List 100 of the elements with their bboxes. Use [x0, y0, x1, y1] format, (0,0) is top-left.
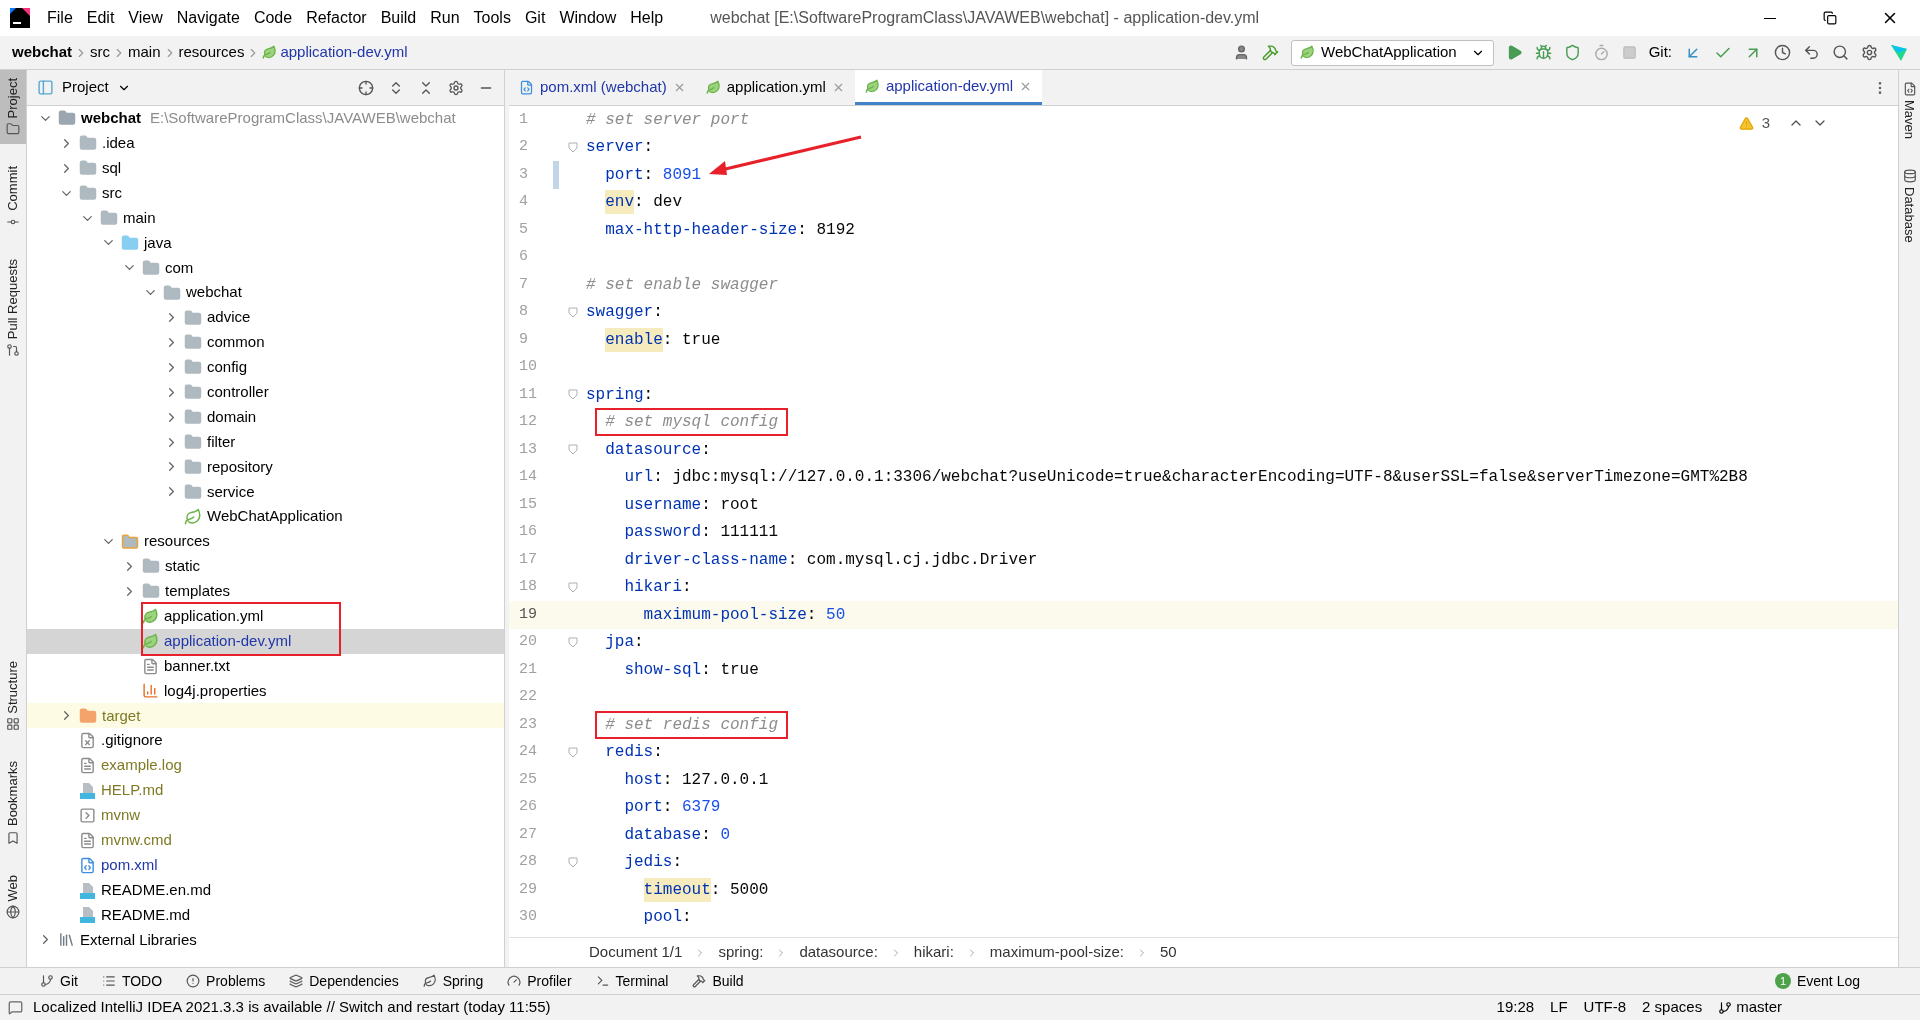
tree-item[interactable]: WebChatApplication — [27, 504, 504, 530]
tree-item[interactable]: com — [27, 255, 504, 281]
event-log-button[interactable]: 1 Event Log — [1774, 970, 1860, 992]
tree-item[interactable]: static — [27, 554, 504, 579]
tree-item[interactable]: pom.xml — [27, 852, 504, 878]
tree-item[interactable]: README.md — [27, 902, 504, 928]
tool-window-button[interactable]: Build — [692, 970, 744, 992]
tool-window-button[interactable]: Spring — [422, 970, 484, 992]
rollback-icon[interactable] — [1803, 44, 1820, 61]
structure-breadcrumb[interactable]: 50 — [1160, 941, 1177, 964]
tree-item[interactable]: java — [27, 230, 504, 256]
tree-item[interactable]: banner.txt — [27, 653, 504, 679]
caret-position[interactable]: 19:28 — [1496, 996, 1535, 1019]
side-tab[interactable]: Database — [1899, 161, 1920, 251]
tree-item[interactable]: webchat — [27, 280, 504, 306]
tool-window-button[interactable]: Dependencies — [289, 970, 399, 992]
editor-tab[interactable]: application.yml — [695, 70, 855, 105]
tree-item[interactable]: resources — [27, 529, 504, 555]
tree-item[interactable]: main — [27, 205, 504, 231]
tree-item[interactable]: application.yml — [27, 603, 504, 629]
tree-item[interactable]: service — [27, 479, 504, 505]
side-tab[interactable]: Maven — [1899, 74, 1920, 148]
tree-item[interactable]: target — [27, 703, 504, 729]
menu-item[interactable]: Tools — [466, 6, 518, 30]
search-icon[interactable] — [1832, 44, 1849, 61]
tool-icon — [101, 974, 116, 988]
side-tab[interactable]: Bookmarks — [0, 753, 26, 853]
run-configuration-dropdown[interactable]: WebChatApplication — [1291, 39, 1494, 66]
side-tab[interactable]: Commit — [0, 158, 26, 238]
structure-breadcrumb[interactable]: hikari: — [913, 941, 954, 964]
locate-icon[interactable] — [358, 79, 374, 96]
menu-item[interactable]: Code — [246, 6, 300, 30]
tree-item[interactable]: mvnw.cmd — [27, 827, 504, 853]
side-tab[interactable]: Structure — [0, 652, 26, 740]
breadcrumb[interactable]: main — [128, 41, 161, 64]
folder-icon — [121, 233, 139, 252]
structure-breadcrumb[interactable]: maximum-pool-size: — [989, 941, 1125, 964]
history-icon[interactable] — [1774, 44, 1791, 61]
editor-tab[interactable]: pom.xml (webchat) — [509, 70, 696, 105]
tree-item[interactable]: example.log — [27, 753, 504, 779]
editor-tab[interactable]: application-dev.yml — [854, 70, 1043, 105]
git-branch[interactable]: master — [1718, 996, 1782, 1019]
menu-item[interactable]: Window — [552, 6, 624, 30]
tool-window-button[interactable]: Terminal — [595, 970, 669, 992]
tree-item[interactable]: log4j.properties — [27, 678, 504, 704]
breadcrumb[interactable]: src — [90, 41, 110, 64]
settings-icon[interactable] — [1861, 44, 1878, 61]
tree-item[interactable]: sql — [27, 155, 504, 181]
breadcrumb[interactable]: webchat — [12, 41, 72, 64]
menu-item[interactable]: File — [40, 6, 80, 30]
side-tab[interactable]: Project — [0, 70, 26, 145]
tree-item[interactable]: advice — [27, 305, 504, 330]
breadcrumb[interactable]: resources — [178, 41, 245, 64]
debug-icon[interactable] — [1534, 44, 1552, 61]
menu-item[interactable]: View — [121, 6, 170, 30]
side-tab[interactable]: Pull Requests — [0, 251, 26, 366]
tool-window-button[interactable]: Git — [40, 970, 78, 992]
tree-item[interactable]: filter — [27, 429, 504, 455]
structure-breadcrumb[interactable]: Document 1/1 — [589, 941, 683, 964]
build-icon[interactable] — [1262, 44, 1279, 61]
tree-item[interactable]: domain — [27, 404, 504, 430]
tree-item[interactable]: src — [27, 180, 504, 206]
code-file-icon — [79, 856, 96, 874]
menu-item[interactable]: Build — [373, 6, 424, 30]
menu-item[interactable]: Edit — [79, 6, 122, 30]
side-tab[interactable]: Web — [0, 866, 26, 927]
tree-item[interactable]: .gitignore — [27, 728, 504, 754]
user-icon[interactable] — [1233, 44, 1250, 61]
tree-item[interactable]: config — [27, 354, 504, 380]
tree-item[interactable]: mvnw — [27, 802, 504, 828]
menu-item[interactable]: Refactor — [299, 6, 374, 30]
tree-item[interactable]: controller — [27, 379, 504, 405]
settings-icon[interactable] — [448, 79, 464, 96]
structure-breadcrumb[interactable]: spring: — [718, 941, 764, 964]
tree-item[interactable]: templates — [27, 578, 504, 604]
menu-item[interactable]: Git — [517, 6, 553, 30]
menu-item[interactable]: Run — [423, 6, 467, 30]
tool-window-button[interactable]: Problems — [186, 970, 266, 992]
line-separator[interactable]: LF — [1550, 996, 1568, 1019]
tree-item[interactable]: application-dev.yml — [27, 628, 504, 654]
menu-item[interactable]: Help — [623, 6, 671, 30]
tree-item[interactable]: HELP.md — [27, 778, 504, 803]
tool-window-button[interactable]: Profiler — [507, 970, 572, 992]
menu-item[interactable]: Navigate — [169, 6, 247, 30]
tree-item[interactable]: common — [27, 330, 504, 355]
tree-item[interactable]: External Libraries — [27, 927, 504, 953]
tree-label: target — [102, 705, 141, 726]
panel-title-dropdown[interactable]: Project — [62, 76, 131, 99]
coverage-icon[interactable] — [1563, 44, 1581, 61]
file-encoding[interactable]: UTF-8 — [1583, 996, 1627, 1019]
tree-item[interactable]: .idea — [27, 130, 504, 156]
breadcrumb[interactable]: application-dev.yml — [280, 41, 408, 64]
tree-item[interactable]: README.en.md — [27, 877, 504, 903]
colon: : — [643, 164, 654, 186]
tree-item[interactable]: webchat E:\SoftwareProgramClass\JAVAWEB\webchat — [27, 106, 504, 131]
message-icon[interactable] — [8, 1000, 23, 1015]
indent-setting[interactable]: 2 spaces — [1642, 996, 1703, 1019]
tree-item[interactable]: repository — [27, 454, 504, 480]
structure-breadcrumb[interactable]: datasource: — [799, 941, 878, 964]
tool-window-button[interactable]: TODO — [101, 970, 163, 992]
